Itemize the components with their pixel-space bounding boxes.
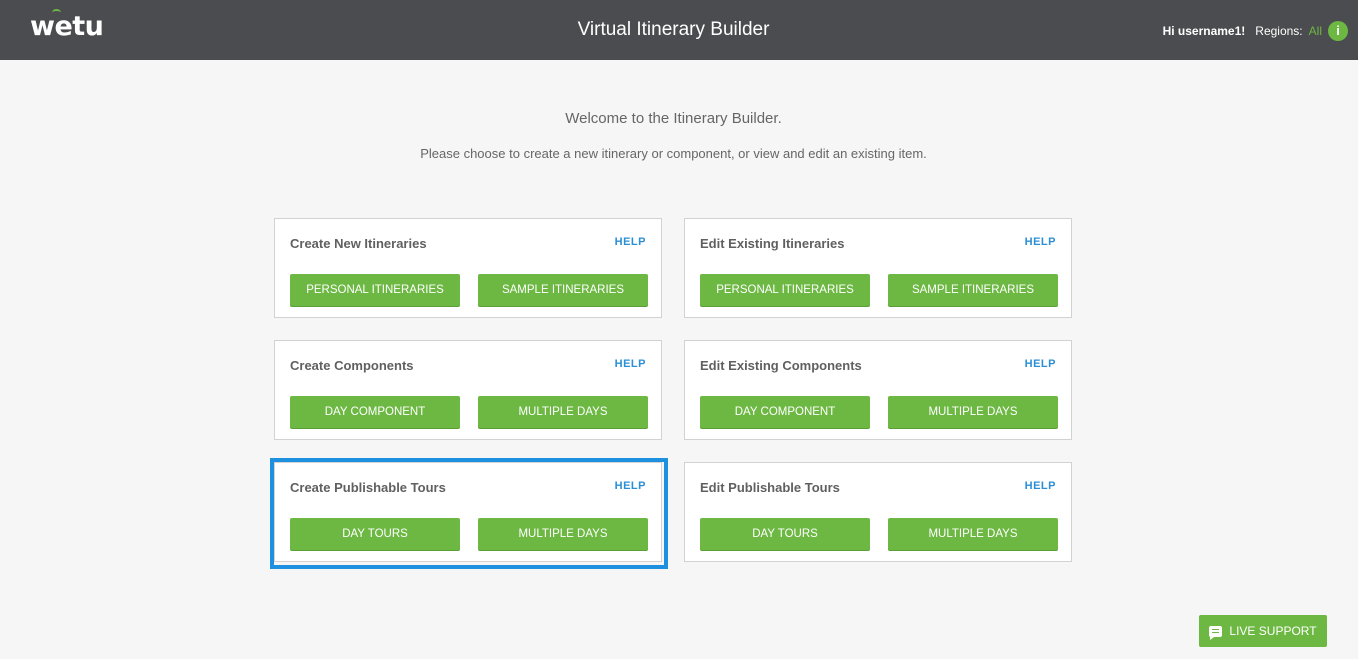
edit-multiple-days-component-button[interactable]: MULTIPLE DAYS [888,396,1058,428]
card-create-new-itineraries: Create New Itineraries HELP PERSONAL ITI… [274,218,662,318]
live-support-button[interactable]: LIVE SUPPORT [1199,615,1327,647]
edit-multiple-days-tours-button[interactable]: MULTIPLE DAYS [888,518,1058,550]
card-title: Create Publishable Tours [290,480,446,495]
edit-day-component-button[interactable]: DAY COMPONENT [700,396,870,428]
card-edit-existing-components: Edit Existing Components HELP DAY COMPON… [684,340,1072,440]
create-day-component-button[interactable]: DAY COMPONENT [290,396,460,428]
logo-leaf-icon [52,9,61,16]
help-link[interactable]: HELP [615,358,646,370]
help-link[interactable]: HELP [615,236,646,248]
welcome-subtitle: Please choose to create a new itinerary … [420,146,927,161]
create-multiple-days-component-button[interactable]: MULTIPLE DAYS [478,396,648,428]
create-sample-itineraries-button[interactable]: SAMPLE ITINERARIES [478,274,648,306]
regions-label: Regions: [1255,24,1303,38]
card-edit-existing-itineraries: Edit Existing Itineraries HELP PERSONAL … [684,218,1072,318]
user-area: Hi username1! Regions: All i [1163,20,1348,42]
live-support-label: LIVE SUPPORT [1229,624,1317,638]
edit-sample-itineraries-button[interactable]: SAMPLE ITINERARIES [888,274,1058,306]
card-edit-publishable-tours: Edit Publishable Tours HELP DAY TOURS MU… [684,462,1072,562]
card-title: Edit Existing Itineraries [700,236,845,251]
card-title: Edit Publishable Tours [700,480,840,495]
card-create-components: Create Components HELP DAY COMPONENT MUL… [274,340,662,440]
card-title: Edit Existing Components [700,358,862,373]
welcome-heading: Welcome to the Itinerary Builder. [565,110,782,127]
card-create-publishable-tours: Create Publishable Tours HELP DAY TOURS … [274,462,662,562]
edit-personal-itineraries-button[interactable]: PERSONAL ITINERARIES [700,274,870,306]
user-greeting: Hi username1! [1162,24,1246,38]
help-link[interactable]: HELP [1025,358,1056,370]
card-title: Create New Itineraries [290,236,427,251]
top-bar: wetu Virtual Itinerary Builder Hi userna… [0,0,1358,60]
create-personal-itineraries-button[interactable]: PERSONAL ITINERARIES [290,274,460,306]
help-link[interactable]: HELP [1025,236,1056,248]
create-multiple-days-tours-button[interactable]: MULTIPLE DAYS [478,518,648,550]
edit-day-tours-button[interactable]: DAY TOURS [700,518,870,550]
info-icon[interactable]: i [1328,21,1348,41]
page-title: Virtual Itinerary Builder [577,19,770,40]
help-link[interactable]: HELP [1025,480,1056,492]
regions-selector[interactable]: All [1309,24,1322,38]
create-day-tours-button[interactable]: DAY TOURS [290,518,460,550]
chat-icon [1209,625,1223,640]
help-link[interactable]: HELP [615,480,646,492]
card-title: Create Components [290,358,414,373]
